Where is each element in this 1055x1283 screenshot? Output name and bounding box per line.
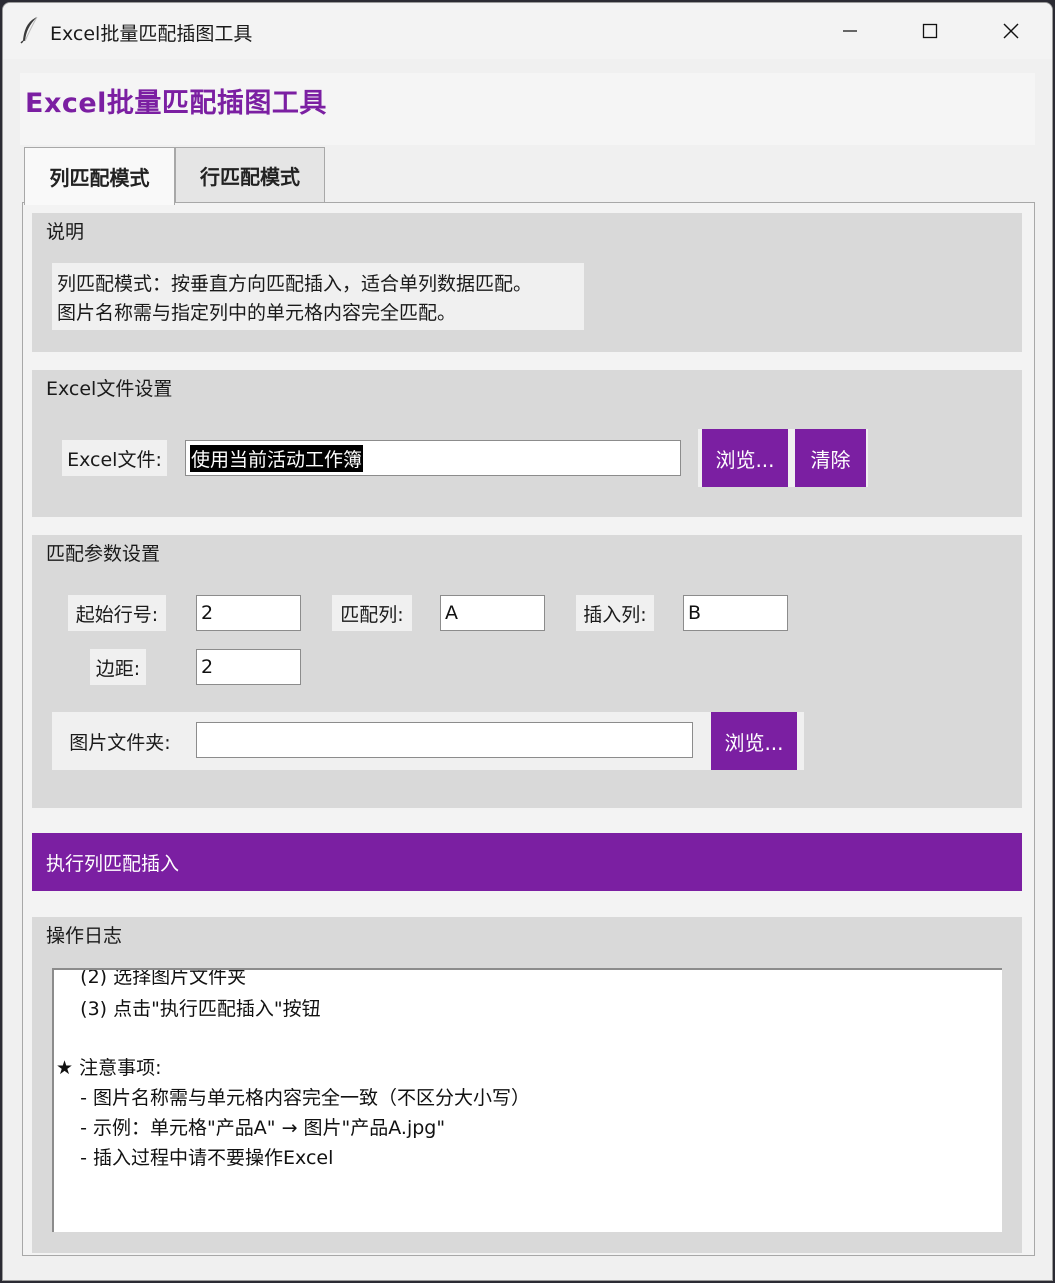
excel-file-label: Excel文件: [62,440,167,476]
start-row-input[interactable]: 2 [196,595,301,631]
log-line: - 图片名称需与单元格内容完全一致（不区分大小写） [56,1087,531,1109]
log-title: 操作日志 [46,925,123,947]
description-group: 说明 列匹配模式：按垂直方向匹配插入，适合单列数据匹配。 图片名称需与指定列中的… [32,213,1022,352]
params-group: 匹配参数设置 起始行号: 2 匹配列: A 插入列: B 边距: 2 图片文件夹… [32,535,1022,808]
margin-label: 边距: [90,649,146,685]
maximize-icon [922,23,938,39]
excel-file-value: 使用当前活动工作簿 [190,444,364,472]
excel-file-field[interactable]: 使用当前活动工作簿 [185,440,681,476]
window-title: Excel批量匹配插图工具 [50,23,253,45]
image-folder-label: 图片文件夹: [69,731,171,754]
feather-icon [19,16,41,44]
close-icon [1002,22,1020,40]
match-column-input[interactable]: A [440,595,545,631]
close-button[interactable] [971,3,1051,59]
tab-column-match[interactable]: 列匹配模式 [24,147,175,205]
log-line: - 插入过程中请不要操作Excel [56,1147,334,1169]
image-folder-input[interactable] [196,722,693,758]
log-line: ★ 注意事项: [56,1057,162,1079]
insert-column-label: 插入列: [576,595,654,631]
excel-settings-title: Excel文件设置 [46,378,173,400]
log-line: (3) 点击"执行匹配插入"按钮 [56,998,321,1020]
insert-column-input[interactable]: B [683,595,788,631]
excel-settings-group: Excel文件设置 Excel文件: 使用当前活动工作簿 浏览... 清除 [32,370,1022,517]
start-row-label: 起始行号: [68,595,166,631]
log-textbox[interactable]: (2) 选择图片文件夹 (3) 点击"执行匹配插入"按钮 ★ 注意事项: - 图… [52,968,1002,1232]
maximize-button[interactable] [890,3,970,59]
description-line: 列匹配模式：按垂直方向匹配插入，适合单列数据匹配。 [57,273,533,295]
description-line: 图片名称需与指定列中的单元格内容完全匹配。 [57,302,457,324]
margin-input[interactable]: 2 [196,649,301,685]
app-window: Excel批量匹配插图工具 Excel批量匹配插图工具 列匹配模式 行匹配模式 … [2,2,1053,1281]
log-group: 操作日志 (2) 选择图片文件夹 (3) 点击"执行匹配插入"按钮 ★ 注意事项… [32,917,1022,1253]
log-line: - 示例：单元格"产品A" → 图片"产品A.jpg" [56,1117,446,1139]
description-title: 说明 [46,221,85,243]
run-column-match-button[interactable]: 执行列匹配插入 [32,833,1022,891]
header-band: Excel批量匹配插图工具 [20,73,1035,145]
app-heading: Excel批量匹配插图工具 [25,88,327,119]
image-folder-browse-button[interactable]: 浏览... [711,712,797,770]
excel-clear-button[interactable]: 清除 [795,429,866,487]
minimize-button[interactable] [810,3,890,59]
description-box: 列匹配模式：按垂直方向匹配插入，适合单列数据匹配。 图片名称需与指定列中的单元格… [52,263,584,330]
match-column-label: 匹配列: [332,595,412,631]
tab-row-match[interactable]: 行匹配模式 [175,147,325,203]
minimize-icon [842,23,858,39]
title-bar: Excel批量匹配插图工具 [3,3,1052,59]
excel-browse-button[interactable]: 浏览... [702,429,788,487]
params-title: 匹配参数设置 [46,543,161,565]
log-line: (2) 选择图片文件夹 [56,968,247,988]
